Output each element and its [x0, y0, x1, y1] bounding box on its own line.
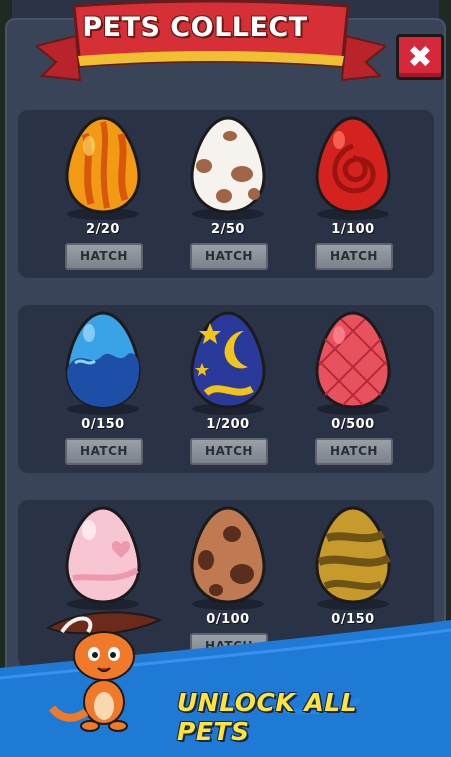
egg-row-2: 0/150 HATCH 1/200 HATCH 0/500 HATCH	[18, 305, 434, 473]
hatch-button[interactable]: HATCH	[190, 243, 268, 270]
egg-card: 0/150 HATCH	[48, 305, 158, 465]
blue-wave-egg-icon	[65, 311, 141, 415]
hatch-button[interactable]: HATCH	[315, 438, 393, 465]
egg-count: 0/500	[331, 417, 375, 432]
egg-card: 2/20 HATCH	[48, 110, 158, 270]
cat-mascot-icon	[45, 611, 163, 732]
egg-count: 2/20	[86, 222, 120, 237]
egg-card: 1/100 HATCH	[298, 110, 408, 270]
moon-star-egg-icon	[190, 311, 266, 415]
hatch-button[interactable]: HATCH	[190, 438, 268, 465]
egg-card: 1/200 HATCH	[173, 305, 283, 465]
close-icon: ✖	[407, 40, 433, 75]
orange-flame-egg-icon	[65, 116, 141, 220]
pink-heart-egg-icon	[65, 506, 141, 610]
close-button[interactable]: ✖	[396, 34, 444, 80]
hatch-button[interactable]: HATCH	[315, 243, 393, 270]
egg-count: 1/200	[206, 417, 250, 432]
hatch-button[interactable]: HATCH	[65, 438, 143, 465]
egg-row-1: 2/20 HATCH 2/50 HATCH 1/100 HATCH	[18, 110, 434, 278]
red-swirl-egg-icon	[315, 116, 391, 220]
unlock-all-pets-text: UNLOCK ALL PETS	[177, 688, 358, 746]
spotted-egg-icon	[190, 116, 266, 220]
gold-stripe-egg-icon	[315, 506, 391, 610]
egg-card: 0/500 HATCH	[298, 305, 408, 465]
egg-card: 2/50 HATCH	[173, 110, 283, 270]
brown-spot-egg-icon	[190, 506, 266, 610]
pink-scale-egg-icon	[315, 311, 391, 415]
egg-count: 0/150	[81, 417, 125, 432]
hatch-button[interactable]: HATCH	[65, 243, 143, 270]
page-title: PETS COLLECT	[82, 12, 308, 43]
egg-count: 1/100	[331, 222, 375, 237]
egg-count: 2/50	[211, 222, 245, 237]
